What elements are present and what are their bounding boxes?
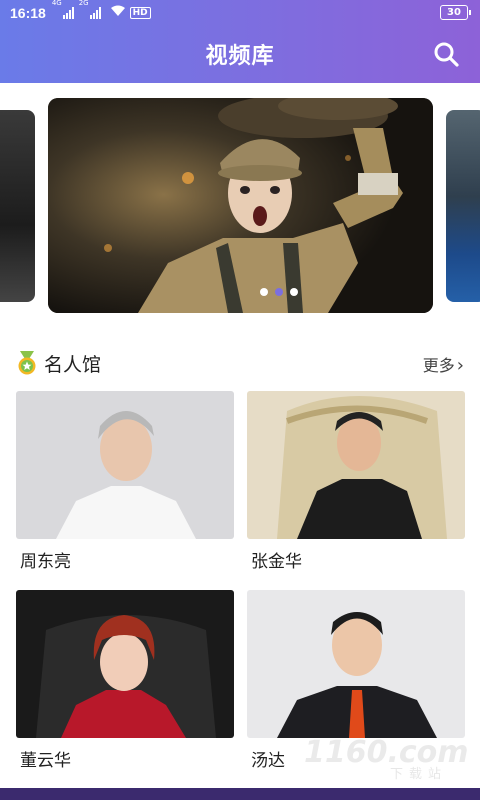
watermark-logo: 1160.com 下载站 — [300, 730, 470, 782]
network-type-1: 4G — [51, 0, 62, 7]
more-link[interactable]: 更多 › — [423, 352, 464, 376]
search-icon — [434, 42, 459, 67]
carousel-dot[interactable] — [290, 288, 298, 296]
signal-icon-2 — [89, 7, 102, 19]
carousel-dot-active[interactable] — [275, 288, 283, 296]
banner-image — [48, 98, 433, 313]
carousel-prev-slide[interactable] — [0, 110, 35, 302]
carousel-next-slide[interactable] — [446, 110, 480, 302]
celebrity-card[interactable]: 张金华 — [247, 391, 465, 572]
hd-badge: HD — [129, 7, 151, 19]
celebrity-name: 周东亮 — [20, 552, 71, 572]
celebrity-card[interactable]: 周东亮 — [16, 391, 234, 572]
carousel-indicator — [260, 288, 298, 296]
celebrity-photo — [247, 391, 465, 539]
celebrity-section-header: 名人馆 更多 › — [16, 348, 464, 378]
carousel-dot[interactable] — [260, 288, 268, 296]
banner-carousel[interactable] — [0, 96, 480, 314]
network-type-2: 2G — [78, 0, 89, 7]
chevron-right-icon: › — [456, 355, 464, 376]
title-row: 视频库 — [0, 28, 480, 78]
celebrity-card[interactable]: 董云华 — [16, 590, 234, 771]
medal-icon — [18, 351, 36, 375]
celebrity-photo — [16, 590, 234, 738]
bottom-navigation-bar[interactable] — [0, 788, 480, 800]
celebrity-name: 董云华 — [20, 751, 71, 771]
celebrity-name: 张金华 — [251, 552, 302, 572]
banner-slide[interactable] — [48, 98, 433, 313]
celebrity-photo — [16, 391, 234, 539]
search-button[interactable] — [432, 40, 460, 68]
watermark-brand: 1160.com — [304, 735, 469, 770]
page-title: 视频库 — [205, 44, 275, 69]
app-header: 16:18 4G 2G HD 30 视频库 — [0, 0, 480, 83]
status-bar: 16:18 4G 2G HD 30 — [0, 0, 480, 26]
signal-icon — [62, 7, 75, 19]
section-title: 名人馆 — [44, 354, 102, 376]
celebrity-photo — [247, 590, 465, 738]
battery-icon: 30 — [440, 5, 471, 20]
status-time: 16:18 — [10, 5, 46, 21]
wifi-icon — [110, 5, 126, 21]
more-label: 更多 — [422, 356, 455, 375]
watermark-caption: 下载站 — [390, 767, 447, 780]
